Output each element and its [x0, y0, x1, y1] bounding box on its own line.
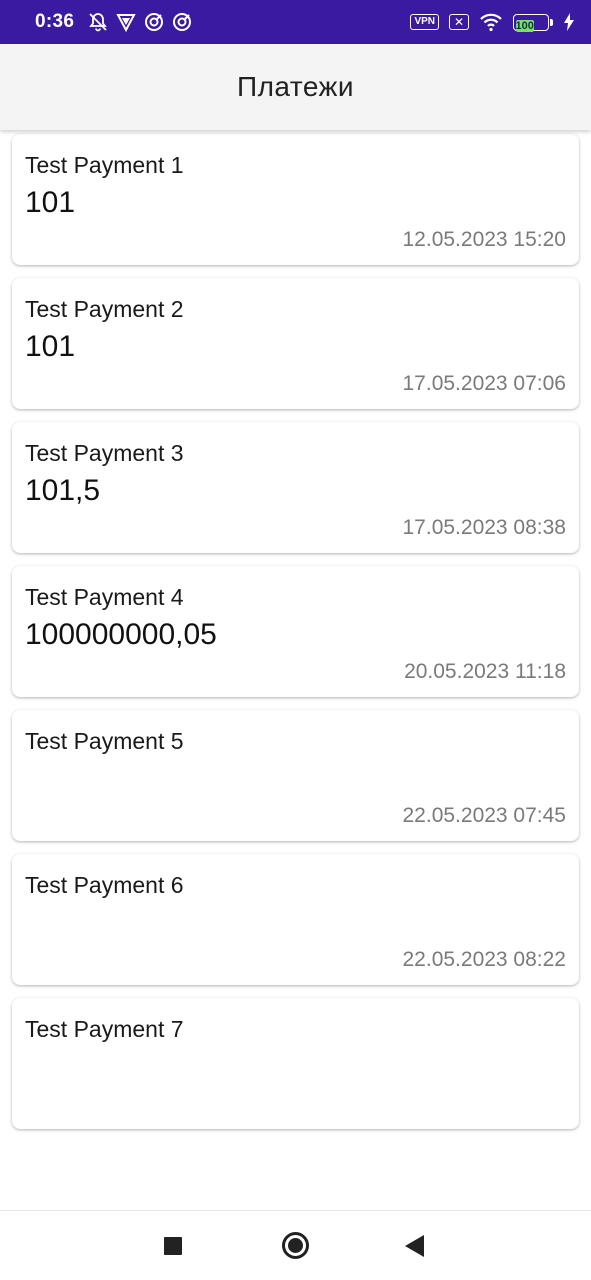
- sync-icon: [144, 12, 164, 32]
- payment-amount: 101: [25, 330, 76, 363]
- sync-icon: [172, 12, 192, 32]
- status-time: 0:36: [35, 11, 75, 32]
- notifications-off-icon: [88, 12, 108, 32]
- vpn-badge: VPN: [410, 14, 439, 30]
- payment-date: 17.05.2023 08:38: [402, 516, 567, 539]
- payment-card[interactable]: Test Payment 3 101,5 17.05.2023 08:38: [12, 422, 579, 553]
- status-notification-icons: [88, 12, 192, 32]
- payment-amount: 101,5: [25, 474, 101, 507]
- app-bar: Платежи: [0, 44, 591, 130]
- payment-card[interactable]: Test Payment 5 22.05.2023 07:45: [12, 710, 579, 841]
- payment-name: Test Payment 5: [25, 728, 184, 754]
- payment-list: Test Payment 1 101 12.05.2023 15:20 Test…: [12, 134, 579, 1142]
- payment-name: Test Payment 7: [25, 1016, 184, 1042]
- battery-level: 100: [515, 20, 534, 32]
- status-bar: 0:36 VPN ✕ 100: [0, 0, 591, 44]
- payment-card[interactable]: Test Payment 6 22.05.2023 08:22: [12, 854, 579, 985]
- payment-date: 22.05.2023 08:22: [402, 948, 567, 971]
- vpn-shield-icon: [116, 12, 136, 32]
- payment-date: 17.05.2023 07:06: [402, 372, 567, 395]
- payment-date: 22.05.2023 07:45: [402, 804, 567, 827]
- payment-card[interactable]: Test Payment 7: [12, 998, 579, 1129]
- payment-card[interactable]: Test Payment 2 101 17.05.2023 07:06: [12, 278, 579, 409]
- payment-name: Test Payment 2: [25, 296, 184, 322]
- no-sim-icon: ✕: [449, 14, 469, 30]
- payment-name: Test Payment 6: [25, 872, 184, 898]
- payment-name: Test Payment 3: [25, 440, 184, 466]
- payment-card[interactable]: Test Payment 1 101 12.05.2023 15:20: [12, 134, 579, 265]
- payment-date: 12.05.2023 15:20: [402, 228, 567, 251]
- system-navigation-bar: [0, 1210, 591, 1280]
- recents-square-icon[interactable]: [164, 1237, 182, 1255]
- charging-bolt-icon: [563, 13, 575, 31]
- wifi-icon: [479, 12, 503, 32]
- home-circle-icon[interactable]: [282, 1232, 309, 1259]
- payment-amount: 100000000,05: [25, 618, 217, 651]
- page-title: Платежи: [236, 71, 355, 102]
- payment-card[interactable]: Test Payment 4 100000000,05 20.05.2023 1…: [12, 566, 579, 697]
- status-system-icons: VPN ✕ 100: [410, 12, 575, 32]
- back-triangle-icon[interactable]: [405, 1235, 424, 1257]
- payment-amount: 101: [25, 186, 76, 219]
- payment-name: Test Payment 1: [25, 152, 184, 178]
- battery-icon: 100: [513, 13, 553, 32]
- payment-date: 20.05.2023 11:18: [404, 660, 566, 683]
- payment-name: Test Payment 4: [25, 584, 184, 610]
